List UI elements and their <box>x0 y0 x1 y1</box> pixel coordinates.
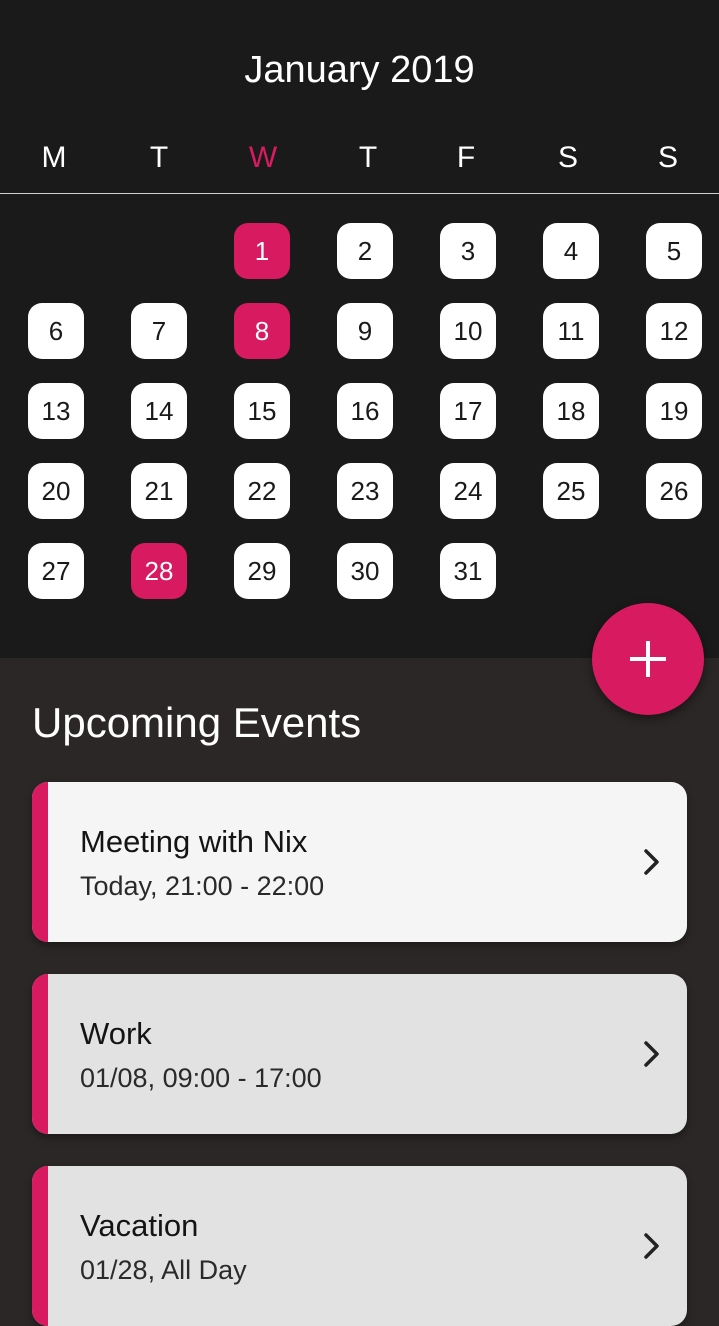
weekday-header-sun: S <box>657 141 678 174</box>
day-cell-28[interactable]: 28 <box>131 543 187 599</box>
day-cell-15[interactable]: 15 <box>234 383 290 439</box>
weekday-header-wed: W <box>248 141 278 174</box>
day-cell-6[interactable]: 6 <box>28 303 84 359</box>
event-color-stripe <box>32 1166 48 1326</box>
day-cell-21[interactable]: 21 <box>131 463 187 519</box>
day-cell-23[interactable]: 23 <box>337 463 393 519</box>
chevron-right-icon <box>644 1233 659 1259</box>
weekday-header-sat: S <box>557 141 578 174</box>
event-card[interactable]: Vacation 01/28, All Day <box>32 1166 687 1326</box>
day-cell-9[interactable]: 9 <box>337 303 393 359</box>
day-cell-27[interactable]: 27 <box>28 543 84 599</box>
weekday-header-tue: T <box>149 141 169 174</box>
add-event-button[interactable] <box>592 603 704 715</box>
day-cell-7[interactable]: 7 <box>131 303 187 359</box>
day-cell-30[interactable]: 30 <box>337 543 393 599</box>
day-cell-2[interactable]: 2 <box>337 223 393 279</box>
day-cell-11[interactable]: 11 <box>543 303 599 359</box>
day-cell-14[interactable]: 14 <box>131 383 187 439</box>
event-color-stripe <box>32 974 48 1134</box>
weekday-header-thu: T <box>358 141 378 174</box>
day-cell-1[interactable]: 1 <box>234 223 290 279</box>
month-title: January 2019 <box>244 49 475 91</box>
day-cell-20[interactable]: 20 <box>28 463 84 519</box>
day-cell-26[interactable]: 26 <box>646 463 702 519</box>
day-cell-5[interactable]: 5 <box>646 223 702 279</box>
chevron-right-icon <box>644 849 659 875</box>
event-time: 01/08, 09:00 - 17:00 <box>80 1063 322 1093</box>
day-cell-4[interactable]: 4 <box>543 223 599 279</box>
day-cell-3[interactable]: 3 <box>440 223 496 279</box>
event-time: Today, 21:00 - 22:00 <box>80 871 325 901</box>
event-title: Vacation <box>80 1208 199 1243</box>
calendar-panel: January 2019 M T W T F S S 1 2 3 4 5 6 7 8 9 10 11… <box>0 0 719 658</box>
event-card[interactable]: Work 01/08, 09:00 - 17:00 <box>32 974 687 1134</box>
day-cell-18[interactable]: 18 <box>543 383 599 439</box>
weekday-header-mon: M <box>41 141 67 174</box>
day-cell-17[interactable]: 17 <box>440 383 496 439</box>
upcoming-events-title: Upcoming Events <box>32 699 362 746</box>
day-cell-13[interactable]: 13 <box>28 383 84 439</box>
day-cell-22[interactable]: 22 <box>234 463 290 519</box>
day-cell-12[interactable]: 12 <box>646 303 702 359</box>
weekday-divider <box>0 193 719 194</box>
event-card[interactable]: Meeting with Nix Today, 21:00 - 22:00 <box>32 782 687 942</box>
day-cell-10[interactable]: 10 <box>440 303 496 359</box>
event-title: Work <box>80 1016 152 1051</box>
day-cell-8[interactable]: 8 <box>234 303 290 359</box>
day-cell-29[interactable]: 29 <box>234 543 290 599</box>
event-color-stripe <box>32 782 48 942</box>
event-title: Meeting with Nix <box>80 824 308 859</box>
day-cell-25[interactable]: 25 <box>543 463 599 519</box>
day-cell-19[interactable]: 19 <box>646 383 702 439</box>
day-cell-24[interactable]: 24 <box>440 463 496 519</box>
event-time: 01/28, All Day <box>80 1255 247 1285</box>
day-cell-31[interactable]: 31 <box>440 543 496 599</box>
plus-icon <box>630 641 666 677</box>
day-cell-16[interactable]: 16 <box>337 383 393 439</box>
chevron-right-icon <box>644 1041 659 1067</box>
weekday-header-fri: F <box>456 141 476 174</box>
